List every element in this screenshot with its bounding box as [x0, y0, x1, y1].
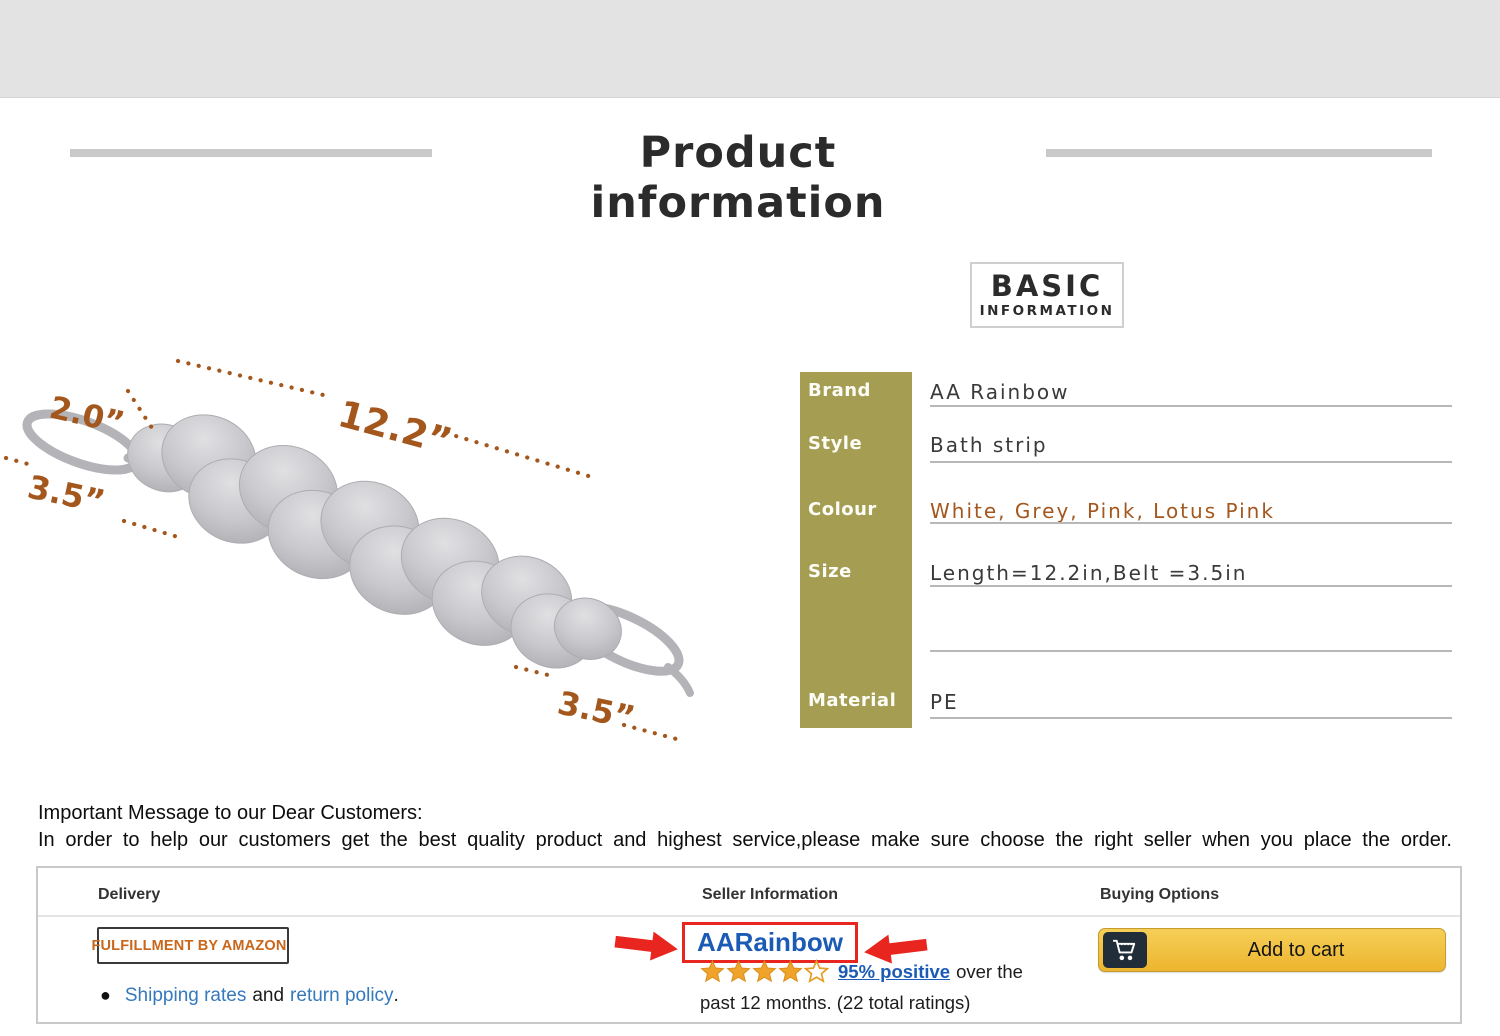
period-text: . — [394, 985, 399, 1007]
dim-label-belt-bottom: 3.5” — [554, 684, 638, 737]
star-filled-icon — [752, 959, 777, 984]
and-text: and — [252, 985, 284, 1007]
title-divider-right — [1046, 149, 1432, 157]
shipping-rates-link[interactable]: Shipping rates — [125, 985, 246, 1007]
basic-badge-line2: INFORMATION — [980, 302, 1115, 320]
spec-value-style: Bath strip — [930, 433, 1460, 457]
add-to-cart-label: Add to cart — [1147, 939, 1445, 962]
notice-line1: Important Message to our Dear Customers: — [38, 802, 423, 825]
seller-name-highlight-box: AARainbow — [682, 922, 858, 963]
add-to-cart-button[interactable]: Add to cart — [1098, 928, 1446, 972]
panel-header-divider — [38, 915, 1460, 917]
spec-value-brand: AA Rainbow — [930, 380, 1460, 404]
spec-label-column — [800, 372, 912, 728]
positive-feedback-link[interactable]: 95% positive — [838, 961, 950, 983]
notice-line2: In order to help our customers get the b… — [38, 829, 1452, 852]
page: Product information — [0, 0, 1500, 1036]
buying-options-header: Buying Options — [1100, 886, 1219, 904]
return-policy-link[interactable]: return policy — [290, 985, 394, 1007]
delivery-header: Delivery — [98, 886, 160, 904]
rating-text-after: over the — [956, 961, 1023, 983]
spec-value-size: Length=12.2in,Belt =3.5in — [930, 561, 1460, 585]
spec-underline — [930, 717, 1452, 719]
spec-label-brand: Brand — [808, 380, 912, 401]
seller-rating-row: 95% positive over the — [700, 959, 1023, 984]
product-photo: 2.0” 12.2” 3.5” 3.5” — [0, 325, 700, 755]
top-gray-bar — [0, 0, 1500, 98]
spec-label-material: Material — [808, 690, 912, 711]
spec-label-colour: Colour — [808, 499, 912, 520]
star-filled-icon — [726, 959, 751, 984]
spec-underline — [930, 585, 1452, 587]
shopping-cart-icon — [1111, 938, 1139, 963]
basic-badge-line1: BASIC — [991, 270, 1104, 302]
dim-label-belt-left: 3.5” — [24, 468, 108, 521]
fulfillment-label: FULFILLMENT BY AMAZON — [91, 938, 286, 954]
seller-name-link[interactable]: AARainbow — [697, 927, 843, 958]
star-outline-icon — [804, 959, 829, 984]
cart-icon-square — [1103, 932, 1147, 968]
spec-label-style: Style — [808, 433, 912, 454]
shipping-policy-line: ● Shipping rates and return policy . — [100, 985, 399, 1007]
page-title: Product information — [488, 128, 988, 228]
star-filled-icon — [700, 959, 725, 984]
dim-label-handle: 2.0” — [46, 390, 127, 442]
star-filled-icon — [778, 959, 803, 984]
spec-label-size: Size — [808, 561, 912, 582]
dim-label-length: 12.2” — [334, 392, 457, 463]
title-divider-left — [70, 149, 432, 157]
spec-underline — [930, 522, 1452, 524]
bullet-icon: ● — [100, 985, 111, 1006]
rating-line2: past 12 months. (22 total ratings) — [700, 992, 970, 1014]
spec-underline — [930, 461, 1452, 463]
spec-underline — [930, 650, 1452, 652]
seller-information-header: Seller Information — [702, 886, 838, 904]
spec-underline — [930, 405, 1452, 407]
basic-information-badge: BASIC INFORMATION — [970, 262, 1124, 328]
spec-value-material: PE — [930, 690, 1460, 714]
fulfillment-dropdown[interactable]: FULFILLMENT BY AMAZON — [97, 927, 289, 964]
spec-value-colour: White, Grey, Pink, Lotus Pink — [930, 499, 1460, 523]
